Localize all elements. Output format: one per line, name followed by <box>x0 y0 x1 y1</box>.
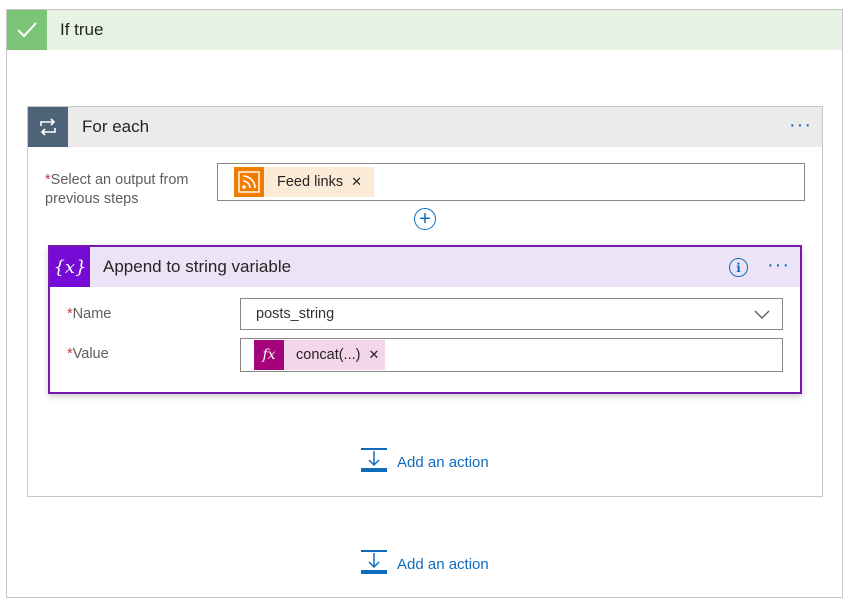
add-action-button-inner[interactable]: Add an action <box>361 448 489 476</box>
rss-icon <box>234 167 264 197</box>
append-variable-header[interactable]: {𝑥} Append to string variable i ··· <box>50 247 800 287</box>
add-action-icon <box>361 550 387 578</box>
name-dropdown[interactable]: posts_string <box>240 298 783 330</box>
value-field[interactable]: fx concat(...) ✕ <box>240 338 783 372</box>
add-action-icon <box>361 448 387 476</box>
more-options-icon[interactable]: ··· <box>767 255 790 275</box>
concat-token-label: concat(...) <box>296 347 361 363</box>
add-action-label: Add an action <box>397 453 489 471</box>
add-icon[interactable]: + <box>414 208 436 230</box>
add-action-label: Add an action <box>397 555 489 573</box>
check-icon <box>7 10 47 50</box>
chevron-down-icon[interactable] <box>754 307 770 325</box>
variable-icon: {𝑥} <box>50 247 90 287</box>
value-label: *Value <box>67 346 109 362</box>
append-variable-card: {𝑥} Append to string variable i ··· *Nam… <box>48 245 802 394</box>
feed-links-token[interactable]: Feed links ✕ <box>234 167 374 197</box>
for-each-header[interactable]: For each ··· <box>28 107 822 147</box>
feed-links-token-label: Feed links <box>277 174 344 190</box>
select-output-field[interactable]: Feed links ✕ <box>217 163 805 201</box>
loop-icon <box>28 107 68 147</box>
info-icon[interactable]: i <box>729 258 748 277</box>
for-each-title: For each <box>82 117 150 136</box>
concat-token[interactable]: fx concat(...) ✕ <box>254 340 385 370</box>
remove-icon[interactable]: ✕ <box>368 347 379 363</box>
select-output-label: *Select an output from previous steps <box>45 172 189 207</box>
if-true-title: If true <box>60 20 104 39</box>
remove-icon[interactable]: ✕ <box>351 174 362 190</box>
name-value: posts_string <box>256 306 335 322</box>
name-label: *Name <box>67 306 112 322</box>
add-action-button-bottom[interactable]: Add an action <box>361 550 489 578</box>
append-variable-title: Append to string variable <box>103 257 292 276</box>
if-true-header[interactable]: If true <box>7 10 842 50</box>
expression-icon: fx <box>254 340 284 370</box>
more-options-icon[interactable]: ··· <box>789 115 812 135</box>
